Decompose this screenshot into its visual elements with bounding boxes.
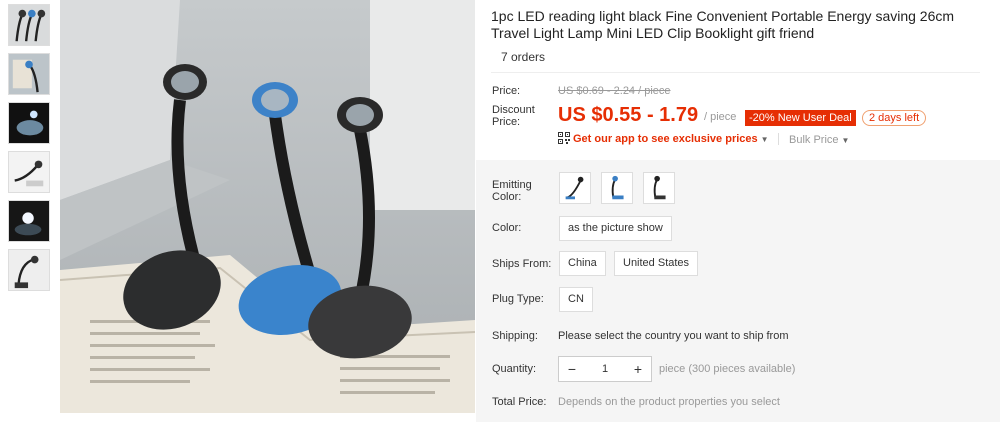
- total-price-label: Total Price:: [492, 396, 547, 408]
- per-piece-unit: / piece: [704, 111, 737, 123]
- bulk-price-label: Bulk Price: [789, 134, 839, 146]
- app-exclusive-text: Get our app to see exclusive prices: [573, 133, 758, 145]
- discount-price: US $0.55 - 1.79: [558, 104, 699, 126]
- caret-down-icon: ▼: [760, 135, 769, 144]
- thumbnail-1[interactable]: [8, 4, 50, 46]
- product-info-panel: 1pc LED reading light black Fine Conveni…: [476, 0, 1000, 422]
- caret-down-icon: ▼: [841, 136, 850, 145]
- sku-option-black-1[interactable]: [559, 172, 591, 204]
- thumbnail-5[interactable]: [8, 200, 50, 242]
- color-label: Color:: [492, 222, 522, 234]
- ships-from-china[interactable]: China: [559, 251, 606, 276]
- new-user-deal-badge: -20% New User Deal: [745, 110, 856, 126]
- sku-option-blue[interactable]: [601, 172, 633, 204]
- original-price: US $0.69 - 2.24 / piece: [558, 85, 671, 97]
- shipping-message: Please select the country you want to sh…: [558, 330, 789, 342]
- plug-type-cn[interactable]: CN: [559, 287, 593, 312]
- product-properties: Emitting Color: Color: as the picture sh…: [476, 160, 1000, 422]
- thumbnail-4[interactable]: [8, 151, 50, 193]
- divider: [778, 133, 779, 145]
- ships-from-united-states[interactable]: United States: [614, 251, 699, 276]
- main-product-image: [60, 0, 475, 413]
- ships-from-label: Ships From:: [492, 258, 552, 270]
- sku-option-black-2[interactable]: [643, 172, 675, 204]
- order-count: 7 orders: [501, 50, 546, 64]
- qr-code-icon: [558, 132, 570, 144]
- thumbnail-3[interactable]: [8, 102, 50, 144]
- quantity-decrease-button[interactable]: −: [559, 357, 585, 381]
- shipping-label: Shipping:: [492, 330, 538, 342]
- color-option[interactable]: as the picture show: [559, 216, 672, 241]
- days-left-badge: 2 days left: [862, 110, 927, 126]
- product-title: 1pc LED reading light black Fine Conveni…: [491, 8, 955, 41]
- thumbnail-strip: [8, 4, 54, 298]
- quantity-stepper: − +: [558, 356, 652, 382]
- bulk-price-dropdown[interactable]: Bulk Price ▼: [789, 134, 849, 146]
- app-exclusive-link[interactable]: Get our app to see exclusive prices ▼: [558, 132, 769, 145]
- price-label: Price:: [492, 85, 521, 97]
- quantity-availability: piece (300 pieces available): [659, 363, 796, 375]
- quantity-input[interactable]: [585, 357, 625, 381]
- thumbnail-2[interactable]: [8, 53, 50, 95]
- plug-type-label: Plug Type:: [492, 293, 544, 305]
- divider: [491, 72, 980, 73]
- emitting-color-label: Emitting Color:: [492, 179, 532, 203]
- thumbnail-6[interactable]: [8, 249, 50, 291]
- discount-price-label: Discount Price:: [492, 104, 535, 128]
- total-price-message: Depends on the product properties you se…: [558, 396, 780, 408]
- quantity-increase-button[interactable]: +: [625, 357, 651, 381]
- quantity-label: Quantity:: [492, 363, 537, 375]
